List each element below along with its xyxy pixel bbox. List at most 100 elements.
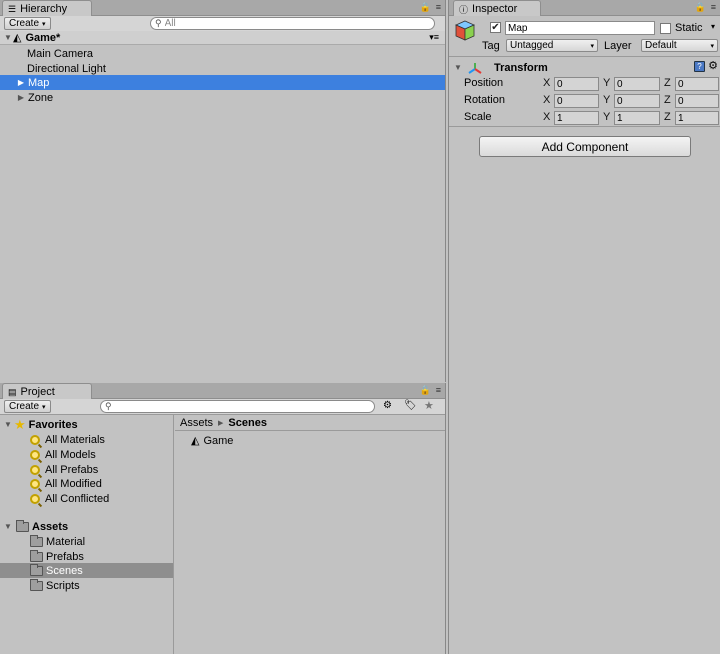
rotation-x-field[interactable]: 0	[554, 94, 599, 108]
unity-scene-icon: ◭	[191, 435, 200, 447]
project-search[interactable]: ⚲	[100, 400, 375, 413]
tab-hierarchy[interactable]: ☰ Hierarchy	[2, 0, 92, 16]
breadcrumb: Assets ▶ Scenes	[175, 415, 445, 431]
collapsed-arrow-icon[interactable]: ▶	[16, 93, 26, 102]
static-checkbox[interactable]	[660, 23, 671, 34]
asset-folder[interactable]: Material	[0, 534, 173, 549]
favorite-item-label: All Modified	[45, 477, 102, 490]
hierarchy-item[interactable]: ▶ Zone	[0, 90, 445, 105]
tag-dropdown[interactable]: Untagged ▾	[506, 39, 598, 52]
position-y-field[interactable]: 0	[614, 77, 660, 91]
settings-gear-icon[interactable]: ⚙	[708, 59, 718, 72]
position-label: Position	[464, 77, 504, 89]
position-z-value: 0	[678, 78, 684, 90]
hierarchy-item-label: Map	[28, 76, 50, 89]
lock-icon[interactable]: 🔒	[420, 2, 431, 13]
breadcrumb-root[interactable]: Assets	[180, 417, 213, 429]
scale-z-field[interactable]: 1	[675, 111, 719, 125]
project-search-input[interactable]	[114, 401, 357, 412]
assets-header[interactable]: ▼ Assets	[0, 519, 173, 534]
saved-search-icon	[30, 449, 40, 460]
position-z-field[interactable]: 0	[675, 77, 719, 91]
project-create-button[interactable]: Create ▾	[4, 400, 51, 413]
add-component-button[interactable]: Add Component	[479, 136, 691, 157]
expanded-arrow-icon[interactable]: ▼	[3, 522, 13, 531]
hierarchy-item[interactable]: Main Camera	[0, 46, 445, 61]
transform-title: Transform	[494, 61, 548, 74]
layer-dropdown[interactable]: Default ▾	[641, 39, 718, 52]
help-book-icon[interactable]: ?	[694, 61, 705, 72]
lock-icon[interactable]: 🔒	[695, 2, 706, 13]
filter-by-type-icon[interactable]: ⚙	[383, 400, 392, 411]
position-x-field[interactable]: 0	[554, 77, 599, 91]
menu-icon[interactable]: ≡	[436, 385, 441, 396]
favorite-item[interactable]: All Materials	[0, 432, 173, 447]
search-icon: ⚲	[105, 401, 112, 411]
asset-folder-selected[interactable]: Scenes	[0, 563, 173, 578]
object-name-value: Map	[508, 22, 528, 34]
hierarchy-item-selected[interactable]: ▶ Map	[0, 75, 445, 90]
collapsed-arrow-icon[interactable]: ▶	[16, 78, 26, 87]
favorite-item[interactable]: All Prefabs	[0, 462, 173, 477]
inspector-tab-label: Inspector	[472, 3, 518, 15]
dropdown-arrow-icon: ▾	[710, 42, 714, 50]
dropdown-arrow-icon: ▾	[42, 403, 46, 411]
tab-inspector[interactable]: ⓘ Inspector	[453, 0, 541, 16]
create-label: Create	[9, 18, 40, 29]
add-component-label: Add Component	[541, 139, 629, 154]
hierarchy-item[interactable]: Directional Light	[0, 61, 445, 76]
y-axis-label: Y	[603, 77, 611, 89]
x-axis-label: X	[543, 111, 551, 123]
project-folder-tree: ▼ ★ Favorites All Materials All Models A…	[0, 415, 174, 654]
static-dropdown-icon[interactable]: ▾	[711, 22, 715, 31]
filter-by-label-icon[interactable]: 🏷	[404, 400, 417, 411]
hierarchy-toolbar: Create ▾ ⚲	[0, 16, 445, 32]
lock-icon[interactable]: 🔒	[420, 385, 431, 396]
favorite-item[interactable]: All Modified	[0, 476, 173, 491]
favorites-header[interactable]: ▼ ★ Favorites	[0, 417, 173, 432]
scene-menu-icon[interactable]: ▾≡	[429, 32, 439, 43]
search-icon: ⚲	[155, 18, 162, 28]
favorites-label: Favorites	[28, 418, 78, 431]
object-name-field[interactable]: Map	[505, 21, 655, 35]
project-tab-controls: 🔒 ≡	[420, 385, 441, 396]
hierarchy-item-label: Main Camera	[27, 47, 94, 60]
menu-icon[interactable]: ≡	[711, 2, 716, 13]
project-tab-label: Project	[20, 386, 55, 398]
asset-folder[interactable]: Prefabs	[0, 549, 173, 564]
scale-z-value: 1	[678, 112, 684, 124]
tab-project[interactable]: ▤ Project	[2, 383, 92, 399]
rotation-z-field[interactable]: 0	[675, 94, 719, 108]
active-checkbox[interactable]: ✔	[490, 22, 501, 33]
create-label: Create	[9, 401, 40, 412]
favorite-item[interactable]: All Models	[0, 447, 173, 462]
favorite-item-label: All Prefabs	[45, 463, 99, 476]
project-content: Assets ▶ Scenes ◭ Game	[175, 415, 445, 654]
x-axis-label: X	[543, 77, 551, 89]
star-icon: ★	[14, 416, 26, 432]
hierarchy-create-button[interactable]: Create ▾	[4, 17, 51, 30]
favorite-item[interactable]: All Conflicted	[0, 491, 173, 506]
project-toolbar: Create ▾ ⚲ ⚙ 🏷 ★	[0, 399, 445, 415]
scene-row[interactable]: ▼ ◭ Game* ▾≡	[0, 31, 445, 45]
folder-label: Scenes	[46, 564, 83, 577]
scale-y-field[interactable]: 1	[614, 111, 660, 125]
expanded-arrow-icon[interactable]: ▼	[3, 33, 13, 42]
hierarchy-search-input[interactable]	[164, 18, 416, 29]
tag-label: Tag	[482, 40, 500, 52]
scale-x-field[interactable]: 1	[554, 111, 599, 125]
favorite-item-label: All Materials	[45, 433, 105, 446]
expanded-arrow-icon[interactable]: ▼	[453, 63, 463, 72]
asset-file[interactable]: ◭ Game	[175, 433, 445, 448]
hierarchy-search[interactable]: ⚲	[150, 17, 435, 30]
expanded-arrow-icon[interactable]: ▼	[3, 420, 13, 429]
folder-tab-icon: ▤	[8, 386, 17, 397]
position-x-value: 0	[557, 78, 563, 90]
transform-header[interactable]: ▼ Transform ? ⚙	[449, 59, 720, 76]
breadcrumb-current[interactable]: Scenes	[228, 417, 267, 429]
menu-icon[interactable]: ≡	[436, 2, 441, 13]
favorite-star-icon[interactable]: ★	[424, 399, 434, 412]
asset-folder[interactable]: Scripts	[0, 578, 173, 593]
folder-icon	[16, 519, 29, 532]
rotation-y-field[interactable]: 0	[614, 94, 660, 108]
